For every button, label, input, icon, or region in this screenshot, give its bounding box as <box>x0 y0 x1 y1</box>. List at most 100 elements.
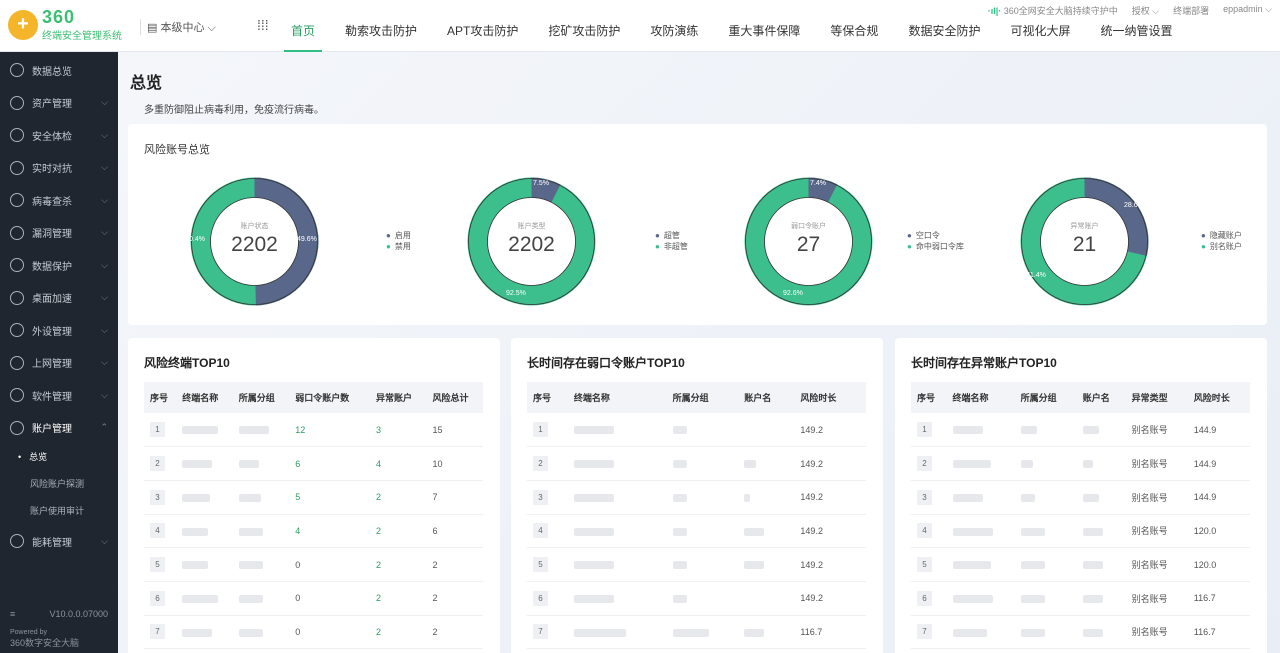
deploy-link[interactable]: 终端部署 <box>1173 4 1209 17</box>
cell[interactable]: 12 <box>289 413 370 448</box>
sidebar-item-overview[interactable]: 数据总览 <box>0 54 118 87</box>
cell[interactable]: 2 <box>369 581 427 616</box>
col-header[interactable]: 异常账户 <box>370 382 427 413</box>
cell[interactable]: 2 <box>369 547 427 582</box>
nav-home[interactable]: 首页 <box>276 0 330 52</box>
org-selector[interactable]: ▤ 本级中心 ⌵ <box>140 19 216 35</box>
table-row[interactable]: 4 别名账号 120.0 <box>911 514 1250 549</box>
cell[interactable]: 4 <box>369 446 427 481</box>
donut-account-type[interactable]: 账户类型 2202 7.5% 92.5% <box>467 177 596 306</box>
cell[interactable]: 2 <box>369 615 427 650</box>
sidebar-item-account[interactable]: 账户管理 ⌃ <box>0 412 118 445</box>
col-header[interactable]: 终端名称 <box>947 382 1015 413</box>
sidebar-item-data[interactable]: 数据保护 ⌵ <box>0 249 118 282</box>
table-row[interactable]: 1 12 3 15 <box>144 413 483 448</box>
table-row[interactable]: 7022 <box>144 615 483 650</box>
nav-ransomware[interactable]: 勒索攻击防护 <box>330 0 432 52</box>
col-header[interactable]: 终端名称 <box>176 382 233 413</box>
sidebar-item-web[interactable]: 上网管理 ⌵ <box>0 347 118 380</box>
table-row[interactable]: 7 116.7 <box>527 615 866 650</box>
chevron-down-icon: ⌵ <box>101 97 108 108</box>
row-index: 4 <box>533 523 548 539</box>
redacted-cell <box>952 628 987 637</box>
table-row[interactable]: 6 149.2 <box>527 581 866 616</box>
table-row[interactable]: 4426 <box>144 514 483 549</box>
nav-apt[interactable]: APT攻击防护 <box>432 0 533 52</box>
col-header[interactable]: 异常类型 <box>1126 382 1188 413</box>
sidebar-item-realtime[interactable]: 实时对抗 ⌵ <box>0 152 118 185</box>
cell: 2 <box>426 615 483 650</box>
col-header[interactable]: 序号 <box>527 382 568 413</box>
table-row[interactable]: 7 别名账号 116.7 <box>911 615 1250 650</box>
redacted-cell <box>238 460 259 469</box>
table-row[interactable]: 5 149.2 <box>527 547 866 582</box>
table-row[interactable]: 2 别名账号 144.9 <box>911 446 1250 481</box>
table-row[interactable]: 1 别名账号 144.9 <box>911 413 1250 448</box>
sidebar-sub-audit[interactable]: 账户使用审计 <box>0 498 118 525</box>
cell[interactable]: 3 <box>369 413 427 448</box>
donut-abnormal-account[interactable]: 异常账户 21 28.6% 71.4% <box>1020 177 1149 306</box>
logo[interactable]: + 360 终端安全管理系统 <box>8 7 122 45</box>
cell[interactable]: 2 <box>369 480 427 515</box>
table-row[interactable]: 2 6 4 10 <box>144 446 483 481</box>
donut-weak-password[interactable]: 弱口令账户 27 7.4% 92.6% <box>744 177 873 306</box>
col-header[interactable]: 弱口令账户数 <box>289 382 370 413</box>
auth-link[interactable]: 授权 ⌵ <box>1132 4 1159 17</box>
table-row[interactable]: 2 149.2 <box>527 446 866 481</box>
nav-drill[interactable]: 攻防演练 <box>635 0 713 52</box>
redacted-cell <box>238 527 263 536</box>
cell[interactable]: 4 <box>289 514 370 549</box>
table-row[interactable]: 3 149.2 <box>527 480 866 515</box>
col-header[interactable]: 序号 <box>911 382 947 413</box>
cell[interactable]: 2 <box>369 514 427 549</box>
row-index: 5 <box>917 557 932 573</box>
table-row[interactable]: 5022 <box>144 547 483 582</box>
donut-account-status[interactable]: 账户状态 2202 0.4% 49.6% <box>189 177 319 306</box>
sidebar-item-assets[interactable]: 资产管理 ⌵ <box>0 87 118 120</box>
sidebar-label: 数据保护 <box>32 261 72 273</box>
nav-mining[interactable]: 挖矿攻击防护 <box>533 0 635 52</box>
cell: 120.0 <box>1187 547 1250 582</box>
col-header[interactable]: 所属分组 <box>233 382 290 413</box>
sidebar-item-vuln[interactable]: 漏洞管理 ⌵ <box>0 217 118 250</box>
cell[interactable]: 5 <box>289 480 370 515</box>
col-header[interactable]: 风险总计 <box>426 382 483 413</box>
sidebar-sub-risk-detect[interactable]: 风险账户探测 <box>0 471 118 498</box>
sidebar-item-device[interactable]: 外设管理 ⌵ <box>0 314 118 347</box>
table-row[interactable]: 4 149.2 <box>527 514 866 549</box>
apps-grid-icon[interactable]: ⁞⁞⁞ <box>257 17 269 33</box>
table-row[interactable]: 5 别名账号 120.0 <box>911 547 1250 582</box>
col-header[interactable]: 终端名称 <box>568 382 667 413</box>
menu-icon[interactable]: ≡ <box>10 609 15 619</box>
main-content: 总览 多重防御阻止病毒利用，免疫流行病毒。 风险账号总览 账户状态 2202 0… <box>118 52 1280 653</box>
nav-data-security[interactable]: 数据安全防护 <box>893 0 995 52</box>
nav-compliance[interactable]: 等保合规 <box>815 0 893 52</box>
nav-event[interactable]: 重大事件保障 <box>713 0 815 52</box>
table-row[interactable]: 3 527 <box>144 480 483 515</box>
sidebar-item-energy[interactable]: 能耗管理 ⌵ <box>0 525 118 558</box>
col-header[interactable]: 账户名 <box>738 382 794 413</box>
col-header[interactable]: 风险时长 <box>794 382 866 413</box>
user-menu[interactable]: eppadmin ⌵ <box>1223 4 1272 17</box>
sidebar-item-virus[interactable]: 病毒查杀 ⌵ <box>0 184 118 217</box>
redacted-cell <box>1082 460 1093 469</box>
cell: 别名账号 <box>1125 446 1188 481</box>
col-header[interactable]: 账户名 <box>1077 382 1126 413</box>
col-header[interactable]: 所属分组 <box>1015 382 1077 413</box>
redacted-cell <box>573 628 626 637</box>
col-header[interactable]: 所属分组 <box>667 382 739 413</box>
redacted-cell <box>1082 527 1103 536</box>
col-header[interactable]: 序号 <box>144 382 176 413</box>
sidebar-sub-overview[interactable]: 总览 <box>0 444 118 471</box>
table-row[interactable]: 3 别名账号 144.9 <box>911 480 1250 515</box>
col-header[interactable]: 风险时长 <box>1188 382 1250 413</box>
table-row[interactable]: 6 别名账号 116.7 <box>911 581 1250 616</box>
sidebar-item-checkup[interactable]: 安全体检 ⌵ <box>0 119 118 152</box>
table-row[interactable]: 1 149.2 <box>527 413 866 448</box>
cell[interactable]: 6 <box>289 446 370 481</box>
redacted-cell <box>1020 460 1033 469</box>
redacted-cell <box>238 594 263 603</box>
table-row[interactable]: 6022 <box>144 581 483 616</box>
sidebar-item-accel[interactable]: 桌面加速 ⌵ <box>0 282 118 315</box>
sidebar-item-software[interactable]: 软件管理 ⌵ <box>0 379 118 412</box>
